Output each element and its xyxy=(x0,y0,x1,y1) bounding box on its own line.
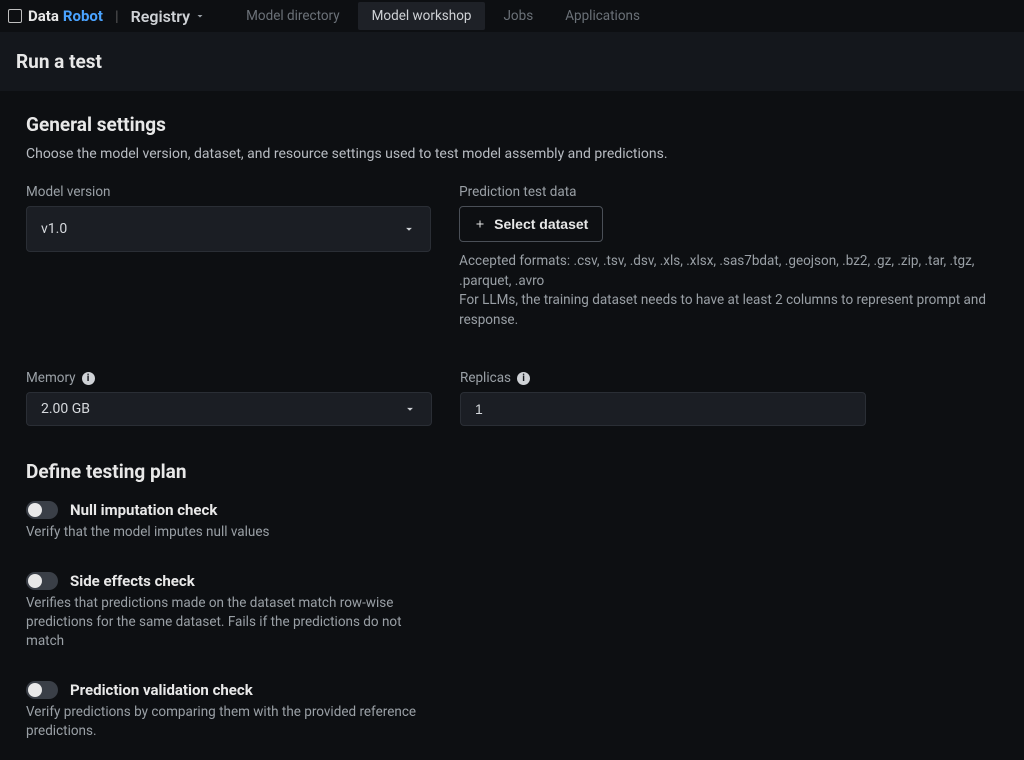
plan-desc: Verify that the model imputes null value… xyxy=(26,523,436,542)
dataset-hint: Accepted formats: .csv, .tsv, .dsv, .xls… xyxy=(459,252,998,330)
plan-desc: Verifies that predictions made on the da… xyxy=(26,594,436,651)
label-memory-text: Memory xyxy=(26,370,76,386)
info-icon[interactable]: i xyxy=(517,372,530,385)
label-model-version: Model version xyxy=(26,184,431,200)
toggle-prediction-validation[interactable] xyxy=(26,681,58,699)
label-replicas: Replicas i xyxy=(460,370,866,386)
select-dataset-button[interactable]: Select dataset xyxy=(459,206,603,242)
select-model-version-value: v1.0 xyxy=(41,221,67,237)
section-plan-heading: Define testing plan xyxy=(26,460,998,483)
titlebar: Run a test xyxy=(0,32,1024,91)
section-general-sub: Choose the model version, dataset, and r… xyxy=(26,146,998,162)
tab-jobs[interactable]: Jobs xyxy=(489,2,547,30)
divider: | xyxy=(111,7,123,25)
select-memory-value: 2.00 GB xyxy=(41,401,90,417)
row-model-dataset: Model version v1.0 Prediction test data … xyxy=(26,184,998,330)
chevron-down-icon xyxy=(194,10,206,22)
breadcrumb-label: Registry xyxy=(131,7,190,26)
brand-second: Robot xyxy=(63,7,103,25)
plan-title: Prediction validation check xyxy=(70,681,253,699)
topbar: DataRobot | Registry Model directory Mod… xyxy=(0,0,1024,32)
select-dataset-button-label: Select dataset xyxy=(494,216,588,232)
dataset-hint-line1: Accepted formats: .csv, .tsv, .dsv, .xls… xyxy=(459,252,998,291)
input-replicas-wrap xyxy=(460,392,866,426)
brand-logo[interactable]: DataRobot xyxy=(8,7,103,25)
toggle-side-effects[interactable] xyxy=(26,572,58,590)
content: General settings Choose the model versio… xyxy=(0,91,1024,760)
select-memory[interactable]: 2.00 GB xyxy=(26,392,432,426)
plan-desc: Verify predictions by comparing them wit… xyxy=(26,703,436,741)
page-title: Run a test xyxy=(16,50,1008,73)
tab-applications[interactable]: Applications xyxy=(551,2,654,30)
input-replicas[interactable] xyxy=(475,401,851,417)
plus-icon xyxy=(474,218,486,230)
plan-prediction-validation: Prediction validation check Verify predi… xyxy=(26,681,436,741)
toggle-null-imputation[interactable] xyxy=(26,501,58,519)
section-general-heading: General settings xyxy=(26,113,998,136)
select-model-version[interactable]: v1.0 xyxy=(26,206,431,252)
tab-model-directory[interactable]: Model directory xyxy=(232,2,354,30)
nav-tabs: Model directory Model workshop Jobs Appl… xyxy=(232,2,654,30)
label-replicas-text: Replicas xyxy=(460,370,511,386)
plan-null-imputation: Null imputation check Verify that the mo… xyxy=(26,501,436,542)
breadcrumb[interactable]: Registry xyxy=(131,7,206,26)
dataset-hint-line2: For LLMs, the training dataset needs to … xyxy=(459,291,998,330)
robot-icon xyxy=(8,9,22,23)
info-icon[interactable]: i xyxy=(82,372,95,385)
brand-first: Data xyxy=(28,7,59,25)
plan-side-effects: Side effects check Verifies that predict… xyxy=(26,572,436,651)
tab-model-workshop[interactable]: Model workshop xyxy=(358,2,486,30)
row-memory-replicas: Memory i 2.00 GB Replicas i xyxy=(26,370,998,426)
chevron-down-icon xyxy=(402,222,416,236)
label-memory: Memory i xyxy=(26,370,432,386)
label-prediction-data: Prediction test data xyxy=(459,184,998,200)
plan-title: Side effects check xyxy=(70,572,195,590)
plan-title: Null imputation check xyxy=(70,501,217,519)
chevron-down-icon xyxy=(403,402,417,416)
